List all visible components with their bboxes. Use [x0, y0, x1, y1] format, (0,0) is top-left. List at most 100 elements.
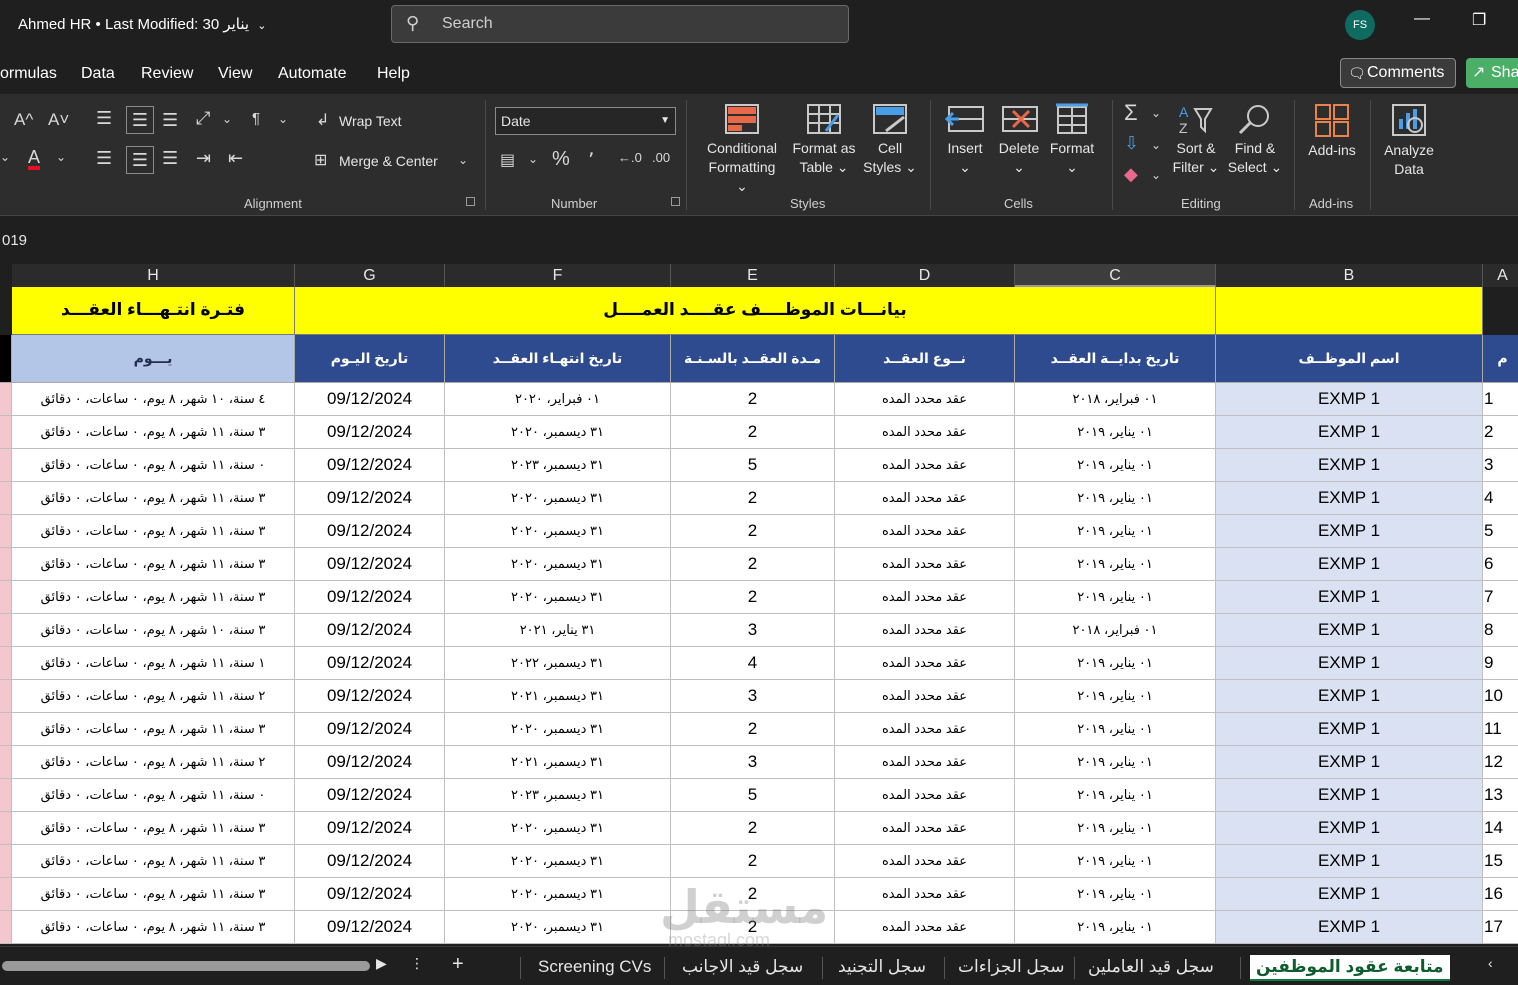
- cell-contract-type[interactable]: عقد محدد المده: [835, 746, 1015, 779]
- cell-duration-remaining[interactable]: ٠ سنة، ١١ شهر، ٨ يوم، ٠ ساعات، ٠ دقائق: [12, 449, 295, 482]
- cell-contract-end[interactable]: ٣١ ديسمبر، ٢٠٢٠: [445, 548, 671, 581]
- scroll-tabs-left-icon[interactable]: ‹: [1488, 955, 1493, 971]
- cell-contract-end[interactable]: ٣١ ديسمبر، ٢٠٢١: [445, 746, 671, 779]
- analyze-data-button[interactable]: Analyze Data: [1376, 103, 1442, 179]
- cell-edge[interactable]: [0, 845, 12, 878]
- cell-employee-name[interactable]: EXMP 1: [1216, 713, 1483, 746]
- cell-today-date[interactable]: 09/12/2024: [295, 647, 445, 680]
- cell-contract-years[interactable]: 2: [671, 845, 835, 878]
- menu-formulas[interactable]: ormulas: [0, 65, 57, 83]
- header-contract-start[interactable]: تاريخ بدايــة العقــد: [1015, 335, 1216, 383]
- header-contract-end[interactable]: تاريخ انتهـاء العقــد: [445, 335, 671, 383]
- cell-contract-years[interactable]: 2: [671, 713, 835, 746]
- cell-today-date[interactable]: 09/12/2024: [295, 911, 445, 944]
- cell-edge[interactable]: [0, 878, 12, 911]
- cell-contract-start[interactable]: ٠١ يناير، ٢٠١٩: [1015, 680, 1216, 713]
- cell-contract-years[interactable]: 5: [671, 449, 835, 482]
- cell-duration-remaining[interactable]: ٣ سنة، ١١ شهر، ٨ يوم، ٠ ساعات، ٠ دقائق: [12, 416, 295, 449]
- cell-edge[interactable]: [0, 581, 12, 614]
- cell-index[interactable]: 5: [1483, 515, 1518, 548]
- formula-bar[interactable]: 019: [0, 226, 1518, 256]
- cell-contract-type[interactable]: عقد محدد المده: [835, 713, 1015, 746]
- cell-duration-remaining[interactable]: ٠ سنة، ١١ شهر، ٨ يوم، ٠ ساعات، ٠ دقائق: [12, 779, 295, 812]
- cell-duration-remaining[interactable]: ٣ سنة، ١١ شهر، ٨ يوم، ٠ ساعات، ٠ دقائق: [12, 581, 295, 614]
- cell-contract-type[interactable]: عقد محدد المده: [835, 680, 1015, 713]
- cell-contract-type[interactable]: عقد محدد المده: [835, 779, 1015, 812]
- cell-edge[interactable]: [0, 911, 12, 944]
- format-as-table-button[interactable]: Format as Table ⌄: [788, 103, 860, 177]
- add-sheet-icon[interactable]: +: [452, 953, 464, 976]
- cell-contract-end[interactable]: ٣١ يناير، ٢٠٢١: [445, 614, 671, 647]
- share-button[interactable]: ↗ Sha: [1466, 58, 1518, 88]
- menu-view[interactable]: View: [218, 65, 252, 83]
- chevron-down-icon[interactable]: ⌄: [0, 150, 10, 164]
- find-select-button[interactable]: Find & Select ⌄: [1226, 103, 1284, 177]
- cell-employee-name[interactable]: EXMP 1: [1216, 779, 1483, 812]
- cell-contract-end[interactable]: ٣١ ديسمبر، ٢٠٢٠: [445, 581, 671, 614]
- cell-contract-end[interactable]: ٣١ ديسمبر، ٢٠٢٣: [445, 779, 671, 812]
- align-left-icon[interactable]: ☰: [96, 148, 112, 169]
- fill-icon[interactable]: ⇩: [1124, 133, 1139, 154]
- cell-contract-end[interactable]: ٣١ ديسمبر، ٢٠٢٢: [445, 647, 671, 680]
- search-input[interactable]: ⚲ Search: [391, 5, 849, 43]
- cell-duration-remaining[interactable]: ٣ سنة، ١١ شهر، ٨ يوم، ٠ ساعات، ٠ دقائق: [12, 713, 295, 746]
- cell-contract-type[interactable]: عقد محدد المده: [835, 482, 1015, 515]
- wrap-text-button[interactable]: Wrap Text: [339, 113, 402, 129]
- cell-contract-type[interactable]: عقد محدد المده: [835, 812, 1015, 845]
- cell-index[interactable]: 2: [1483, 416, 1518, 449]
- cell-contract-end[interactable]: ٣١ ديسمبر، ٢٠٢٣: [445, 449, 671, 482]
- minimize-icon[interactable]: —: [1414, 10, 1430, 28]
- avatar[interactable]: FS: [1345, 10, 1375, 40]
- cell-contract-start[interactable]: ٠١ فبراير، ٢٠١٨: [1015, 614, 1216, 647]
- cell-duration-remaining[interactable]: ٣ سنة، ١١ شهر، ٨ يوم، ٠ ساعات، ٠ دقائق: [12, 878, 295, 911]
- cell-edge[interactable]: [0, 746, 12, 779]
- font-color-icon[interactable]: A: [28, 148, 41, 170]
- autosum-icon[interactable]: Σ: [1124, 100, 1138, 126]
- cell-duration-remaining[interactable]: ٣ سنة، ١١ شهر، ٨ يوم، ٠ ساعات، ٠ دقائق: [12, 482, 295, 515]
- horizontal-scrollbar[interactable]: [2, 961, 370, 971]
- cell-contract-end[interactable]: ٣١ ديسمبر، ٢٠٢١: [445, 680, 671, 713]
- cell-today-date[interactable]: 09/12/2024: [295, 614, 445, 647]
- cell-contract-end[interactable]: ٣١ ديسمبر، ٢٠٢٠: [445, 845, 671, 878]
- cell-edge[interactable]: [0, 647, 12, 680]
- cell-index[interactable]: 7: [1483, 581, 1518, 614]
- cell-contract-years[interactable]: 2: [671, 515, 835, 548]
- cell-contract-start[interactable]: ٠١ يناير، ٢٠١٩: [1015, 779, 1216, 812]
- cell-contract-years[interactable]: 2: [671, 482, 835, 515]
- cell-index[interactable]: 13: [1483, 779, 1518, 812]
- menu-review[interactable]: Review: [141, 65, 193, 83]
- cell-employee-name[interactable]: EXMP 1: [1216, 680, 1483, 713]
- cell-contract-start[interactable]: ٠١ يناير، ٢٠١٩: [1015, 878, 1216, 911]
- cell-index[interactable]: 8: [1483, 614, 1518, 647]
- increase-font-icon[interactable]: A^: [14, 110, 33, 130]
- cell-edge[interactable]: [0, 779, 12, 812]
- cell-contract-start[interactable]: ٠١ يناير، ٢٠١٩: [1015, 713, 1216, 746]
- sheet-tab-penalties[interactable]: سجل الجزاءات: [952, 955, 1071, 981]
- comments-button[interactable]: 🗨 Comments: [1340, 58, 1456, 88]
- cell-duration-remaining[interactable]: ٣ سنة، ١١ شهر، ٨ يوم، ٠ ساعات، ٠ دقائق: [12, 812, 295, 845]
- cell-duration-remaining[interactable]: ٣ سنة، ١١ شهر، ٨ يوم، ٠ ساعات، ٠ دقائق: [12, 845, 295, 878]
- chevron-down-icon[interactable]: ⌄: [1151, 138, 1161, 152]
- align-center-icon[interactable]: ☰: [126, 146, 154, 174]
- cell-index[interactable]: 1: [1483, 383, 1518, 416]
- menu-data[interactable]: Data: [81, 65, 115, 83]
- column-header-h[interactable]: H: [12, 264, 295, 287]
- cell-index[interactable]: 10: [1483, 680, 1518, 713]
- employee-contract-banner[interactable]: بيانـــات الموظــــف عقــــد العمــــل: [295, 287, 1216, 335]
- cell-today-date[interactable]: 09/12/2024: [295, 416, 445, 449]
- cell-today-date[interactable]: 09/12/2024: [295, 581, 445, 614]
- cell-employee-name[interactable]: EXMP 1: [1216, 449, 1483, 482]
- cell-contract-end[interactable]: ٣١ ديسمبر، ٢٠٢٠: [445, 911, 671, 944]
- cell-duration-remaining[interactable]: ٣ سنة، ١٠ شهر، ٨ يوم، ٠ ساعات، ٠ دقائق: [12, 614, 295, 647]
- cell-today-date[interactable]: 09/12/2024: [295, 482, 445, 515]
- cell-employee-name[interactable]: EXMP 1: [1216, 812, 1483, 845]
- cell-contract-type[interactable]: عقد محدد المده: [835, 878, 1015, 911]
- cell-contract-end[interactable]: ٠١ فبراير، ٢٠٢٠: [445, 383, 671, 416]
- sheet-tab-foreigners[interactable]: سجل قيد الاجانب: [676, 955, 809, 981]
- column-header-d[interactable]: D: [835, 264, 1015, 287]
- cell-today-date[interactable]: 09/12/2024: [295, 515, 445, 548]
- indent-increase-icon[interactable]: ⇤: [228, 148, 243, 169]
- cell-employee-name[interactable]: EXMP 1: [1216, 878, 1483, 911]
- cell-contract-start[interactable]: ٠١ يناير، ٢٠١٩: [1015, 416, 1216, 449]
- add-ins-button[interactable]: Add-ins: [1300, 103, 1364, 160]
